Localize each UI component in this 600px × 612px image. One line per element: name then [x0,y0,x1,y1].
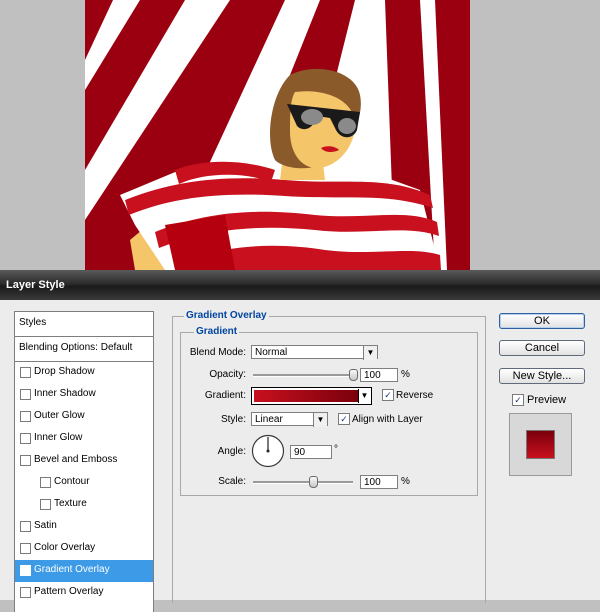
scale-slider-thumb[interactable] [309,476,318,488]
style-item-label: Inner Glow [34,432,83,443]
style-select[interactable]: Linear ▼ [251,412,328,427]
angle-dial[interactable] [251,434,285,468]
opacity-input[interactable]: 100 [360,368,398,382]
opacity-slider-track[interactable] [253,374,353,377]
angle-unit: ° [334,444,338,455]
blending-options-label: Blending Options: Default [19,342,133,353]
style-checkbox[interactable] [20,521,31,532]
style-item-label: Contour [54,476,90,487]
preview-label: Preview [527,394,567,406]
style-checkbox[interactable] [40,499,51,510]
reverse-checkbox[interactable]: ✓ [382,389,394,401]
style-item-color-overlay[interactable]: Color Overlay [15,538,153,560]
style-item-contour[interactable]: Contour [15,472,153,494]
style-item-label: Texture [54,498,87,509]
styles-header-label: Styles [19,317,47,328]
cancel-button[interactable]: Cancel [499,340,585,356]
preview-thumbnail [509,413,572,476]
style-item-inner-glow[interactable]: Inner Glow [15,428,153,450]
dialog-title: Layer Style [6,279,65,291]
style-item-pattern-overlay[interactable]: Pattern Overlay [15,582,153,604]
ok-button[interactable]: OK [499,313,585,329]
style-checkbox[interactable] [20,433,31,444]
angle-input[interactable]: 90 [290,445,332,459]
section-title: Gradient Overlay [184,310,269,321]
style-item-label: Inner Shadow [34,388,96,399]
blending-options-item[interactable]: Blending Options: Default [15,337,153,362]
style-item-label: Pattern Overlay [34,586,104,597]
angle-label: Angle: [217,446,246,457]
new-style-button[interactable]: New Style... [499,368,585,384]
style-checkbox[interactable]: ✓ [20,565,31,576]
style-item-bevel-and-emboss[interactable]: Bevel and Emboss [15,450,153,472]
chevron-down-icon[interactable]: ▼ [358,389,370,403]
styles-list: Styles Blending Options: Default Drop Shad… [14,311,154,612]
blend-mode-value: Normal [255,347,288,358]
artwork-image [85,0,470,270]
blend-mode-label: Blend Mode: [189,347,246,358]
style-checkbox[interactable] [20,367,31,378]
opacity-unit: % [401,369,410,380]
gradient-picker[interactable]: ▼ [251,387,372,405]
chevron-down-icon[interactable]: ▼ [363,346,377,360]
gradient-group-title: Gradient [194,326,240,337]
style-item-gradient-overlay[interactable]: ✓ Gradient Overlay [15,560,153,582]
gradient-swatch[interactable] [254,390,358,402]
dialog-titlebar[interactable]: Layer Style [0,270,600,300]
style-item-label: Satin [34,520,57,531]
style-item-label: Outer Glow [34,410,85,421]
style-checkbox[interactable] [20,455,31,466]
style-checkbox[interactable] [20,411,31,422]
style-item-label: Color Overlay [34,542,96,553]
document-canvas[interactable] [85,0,470,270]
style-checkbox[interactable] [40,477,51,488]
scale-label: Scale: [218,476,246,487]
blend-mode-select[interactable]: Normal ▼ [251,345,378,360]
style-item-inner-shadow[interactable]: Inner Shadow [15,384,153,406]
style-item-label: Drop Shadow [34,366,95,377]
preview-checkbox[interactable]: ✓ [512,394,524,406]
style-item-drop-shadow[interactable]: Drop Shadow [15,362,153,384]
style-item-texture[interactable]: Texture [15,494,153,516]
scale-slider-track[interactable] [253,481,353,484]
style-item-label: Gradient Overlay [34,564,110,575]
gradient-label: Gradient: [204,390,246,401]
styles-header[interactable]: Styles [15,312,153,337]
align-with-layer-checkbox[interactable]: ✓ [338,413,350,425]
style-item-satin[interactable]: Satin [15,516,153,538]
align-with-layer-label: Align with Layer [352,414,423,425]
scale-input[interactable]: 100 [360,475,398,489]
style-label: Style: [220,414,246,425]
scale-unit: % [401,476,410,487]
opacity-label: Opacity: [209,369,246,380]
style-item-outer-glow[interactable]: Outer Glow [15,406,153,428]
preview-swatch [526,430,555,459]
layer-style-dialog: Layer Style Styles Blending Options: Defa… [0,270,600,612]
style-checkbox[interactable] [20,587,31,598]
style-item-label: Bevel and Emboss [34,454,118,465]
style-checkbox[interactable] [20,389,31,400]
style-value: Linear [255,414,283,425]
style-checkbox[interactable] [20,543,31,554]
opacity-slider-thumb[interactable] [349,369,358,381]
reverse-label: Reverse [396,390,434,401]
chevron-down-icon[interactable]: ▼ [313,413,327,427]
